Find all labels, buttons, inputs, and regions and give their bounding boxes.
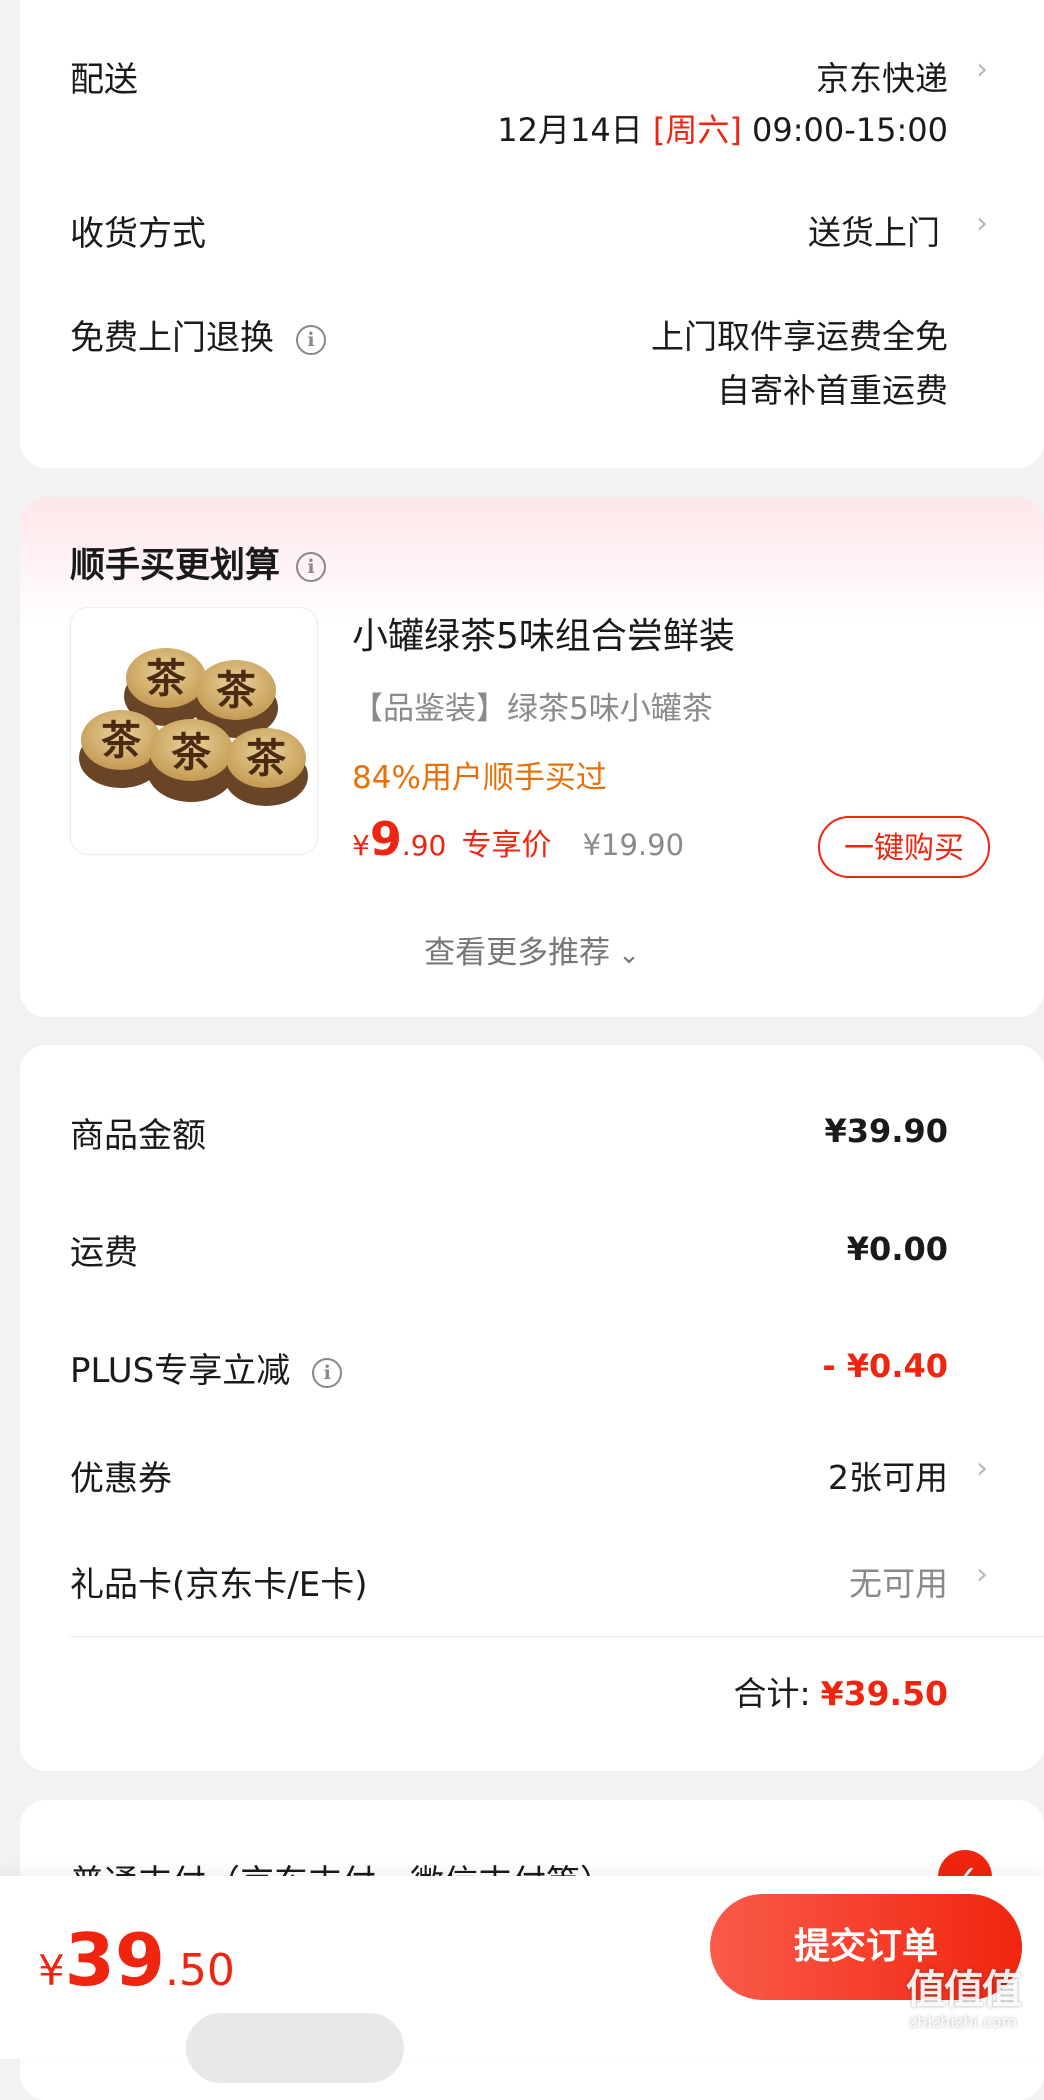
info-icon[interactable]: i [296, 552, 327, 582]
delivery-carrier[interactable]: 京东快递 [816, 52, 948, 100]
chevron-right-icon[interactable]: › [976, 1451, 988, 1486]
plus-discount-label: PLUS专享立减 i [70, 1343, 343, 1392]
watermark-site: zhizhizhi.com [908, 2012, 1018, 2031]
info-icon[interactable]: i [312, 1357, 343, 1388]
gift-card-label: 礼品卡(京东卡/E卡) [70, 1565, 368, 1605]
recommend-card: 顺手买更划算 i 茶 茶 茶 茶 茶 小罐绿茶5味组合尝鲜装 【品鉴装】绿茶5味… [20, 497, 1044, 1017]
delivery-date: 12月14日 [497, 111, 643, 149]
goods-amount-label: 商品金额 [70, 1116, 206, 1156]
tea-char: 茶 [216, 667, 257, 714]
total-row: 合计: ¥39.50 [734, 1667, 948, 1715]
product-price: ¥9.90 专享价 ¥19.90 [352, 812, 684, 866]
delivery-weekday: [周六] [652, 111, 742, 149]
product-subtitle: 【品鉴装】绿茶5味小罐茶 [352, 691, 713, 727]
chevron-down-icon: ⌄ [618, 940, 640, 970]
free-return-text: 免费上门退换 [70, 318, 274, 358]
footer-price-int: 39 [64, 1918, 165, 2002]
chevron-right-icon[interactable]: › [976, 206, 988, 241]
delivery-time[interactable]: 12月14日 [周六] 09:00-15:00 [497, 105, 948, 151]
product-stat: 84%用户顺手买过 [352, 760, 607, 796]
footer-currency: ¥ [38, 1946, 65, 1995]
freight-value: ¥0.00 [846, 1230, 948, 1268]
delivery-hours: 09:00-15:00 [752, 111, 948, 149]
footer-price: ¥39.50 [38, 1918, 235, 2002]
product-image[interactable]: 茶 茶 茶 茶 茶 [70, 607, 318, 855]
plus-discount-value: - ¥0.40 [822, 1347, 948, 1385]
watermark-logo: 值值值 [906, 1967, 1022, 2013]
price-tag: 专享价 [461, 828, 552, 863]
info-icon[interactable]: i [296, 324, 326, 355]
free-return-line1: 上门取件享运费全免 [651, 317, 948, 356]
goods-amount-value: ¥39.90 [824, 1112, 948, 1150]
tea-char: 茶 [101, 717, 142, 764]
coupon-value[interactable]: 2张可用 [828, 1451, 948, 1499]
freight-label: 运费 [70, 1233, 138, 1273]
tea-char: 茶 [246, 735, 287, 782]
delivery-label: 配送 [70, 60, 138, 100]
receive-method-label: 收货方式 [70, 214, 206, 254]
plus-discount-text: PLUS专享立减 [70, 1351, 291, 1391]
recommend-title-text: 顺手买更划算 [70, 546, 281, 586]
price-dec: .90 [401, 829, 447, 862]
price-int: 9 [369, 812, 402, 866]
chevron-right-icon[interactable]: › [976, 52, 988, 87]
see-more-link[interactable]: 查看更多推荐 ⌄ [20, 927, 1044, 972]
price-currency: ¥ [352, 829, 370, 862]
gift-card-value[interactable]: 无可用 [849, 1557, 948, 1605]
original-price: ¥19.90 [582, 828, 685, 862]
delivery-card: 配送 京东快递 › 12月14日 [周六] 09:00-15:00 收货方式 送… [20, 0, 1044, 468]
home-indicator [186, 2013, 404, 2083]
receive-method-value[interactable]: 送货上门 [808, 206, 940, 254]
product-name[interactable]: 小罐绿茶5味组合尝鲜装 [352, 607, 735, 659]
recommend-title: 顺手买更划算 i [70, 537, 327, 588]
tea-char: 茶 [171, 729, 212, 776]
free-return-line2: 自寄补首重运费 [717, 371, 948, 410]
tea-cans-image: 茶 茶 茶 茶 茶 [79, 648, 308, 806]
watermark: 值值值 zhizhizhi.com [888, 1968, 1038, 2032]
see-more-text: 查看更多推荐 [424, 935, 611, 971]
tea-char: 茶 [146, 655, 187, 702]
chevron-right-icon[interactable]: › [976, 1557, 988, 1592]
summary-card: 商品金额 ¥39.90 运费 ¥0.00 PLUS专享立减 i - ¥0.40 优… [20, 1045, 1044, 1771]
total-label: 合计: [733, 1674, 811, 1713]
free-return-label: 免费上门退换 i [70, 310, 326, 359]
one-click-buy-button[interactable]: 一键购买 [818, 816, 990, 878]
footer-price-dec: .50 [164, 1945, 235, 1996]
divider [70, 1636, 1044, 1637]
total-value: ¥39.50 [820, 1674, 948, 1713]
coupon-label: 优惠券 [70, 1459, 172, 1499]
